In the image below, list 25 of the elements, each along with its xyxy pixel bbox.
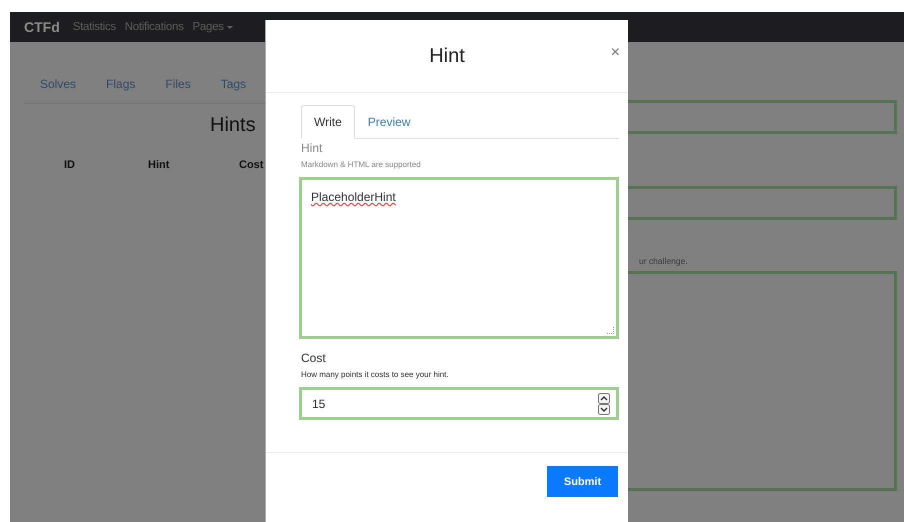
- number-field[interactable]: 15: [299, 387, 619, 420]
- tab[interactable]: Solves: [40, 77, 76, 91]
- modal-title: Hint: [429, 44, 465, 68]
- text-area[interactable]: PlaceholderHint: [299, 177, 619, 339]
- help-text: Markdown & HTML are supported: [301, 160, 422, 170]
- help-text: How many points it costs to see your hint.: [301, 370, 450, 380]
- tab[interactable]: Write: [301, 105, 355, 139]
- section-heading: Hints: [210, 113, 256, 137]
- close-button[interactable]: ×: [610, 44, 620, 62]
- tab[interactable]: Flags: [106, 77, 136, 91]
- nav-link[interactable]: Notifications: [124, 21, 184, 33]
- brand-link[interactable]: CTFd: [24, 19, 60, 35]
- field-label: Cost: [301, 351, 327, 365]
- nav-link[interactable]: Pages: [192, 21, 233, 33]
- tab[interactable]: Files: [165, 77, 191, 91]
- field-help-text: ur challenge.: [639, 256, 689, 266]
- tab[interactable]: Preview: [354, 105, 424, 139]
- spinner-icon[interactable]: [598, 392, 610, 414]
- field-label: Hint: [301, 141, 324, 155]
- column-header: Cost: [239, 159, 264, 171]
- nav-link[interactable]: Statistics: [72, 21, 116, 33]
- column-header: ID: [64, 159, 75, 171]
- column-header: Hint: [148, 159, 170, 171]
- tab[interactable]: Tags: [220, 77, 246, 91]
- submit-button[interactable]: Submit: [547, 466, 618, 497]
